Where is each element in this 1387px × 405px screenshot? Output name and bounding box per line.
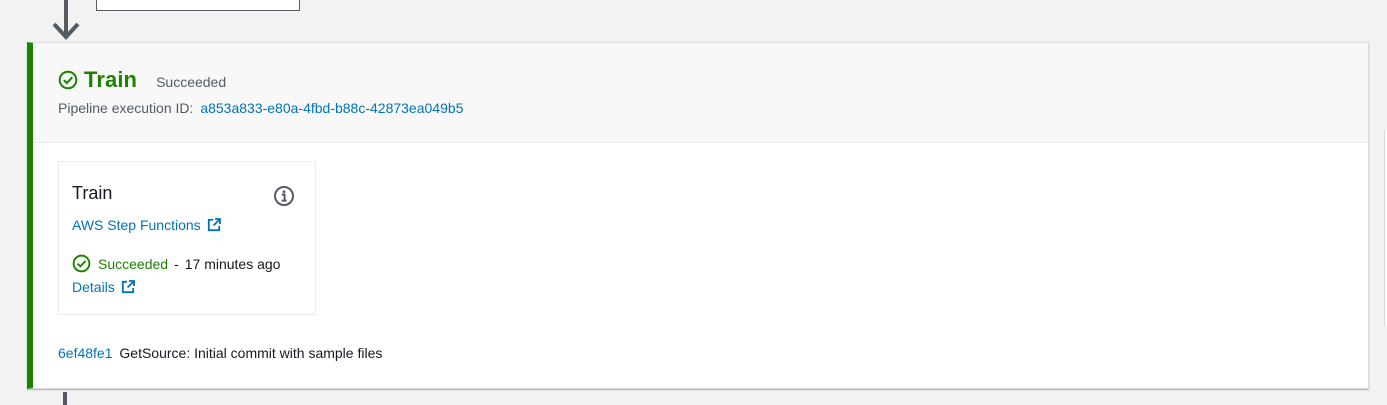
external-link-icon [121,280,135,294]
action-name: Train [72,183,113,203]
action-status: Succeeded [98,255,169,272]
provider-link-label: AWS Step Functions [72,217,201,233]
check-circle-icon [72,254,91,273]
status-separator: - [174,255,179,272]
details-link[interactable]: Details [72,279,135,295]
stage-title-row: Train Succeeded [58,67,227,92]
previous-stage-box [96,0,300,11]
check-circle-icon [58,70,78,90]
action-card-train: Train AWS Step Functions Succeeded - 17 … [58,161,316,315]
action-time-ago: 17 minutes ago [184,255,281,272]
execution-id-link[interactable]: a853a833-e80a-4fbd-b88c-42873ea049b5 [200,100,463,116]
stage-status: Succeeded [156,74,227,90]
connector-line [63,392,67,405]
info-icon[interactable] [273,185,295,207]
action-status-row: Succeeded - 17 minutes ago [72,254,280,273]
provider-link[interactable]: AWS Step Functions [72,217,221,233]
source-revision-row: 6ef48fe1 GetSource: Initial commit with … [58,345,382,361]
stage-card-train: Train Succeeded Pipeline execution ID: a… [27,42,1369,389]
stage-title: Train [84,67,138,92]
commit-message: GetSource: Initial commit with sample fi… [119,345,383,361]
arrow-down-icon [52,0,80,40]
stage-header: Train Succeeded Pipeline execution ID: a… [33,43,1368,143]
details-link-label: Details [72,279,115,295]
commit-id-link[interactable]: 6ef48fe1 [58,345,113,361]
execution-id-row: Pipeline execution ID: a853a833-e80a-4fb… [58,100,463,116]
external-link-icon [207,218,221,232]
execution-id-label: Pipeline execution ID: [58,100,194,116]
